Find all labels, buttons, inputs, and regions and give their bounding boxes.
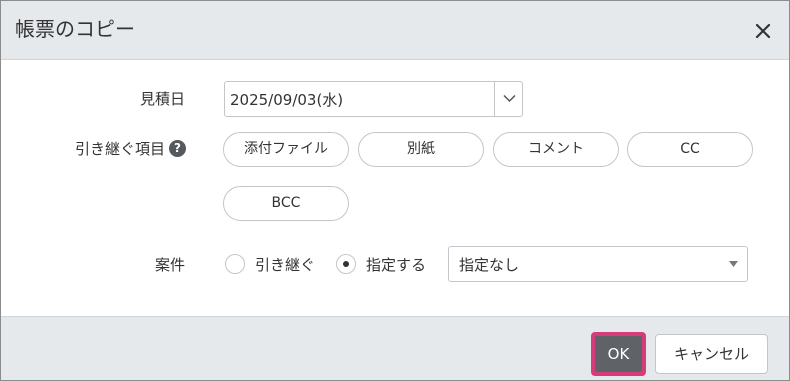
close-button[interactable] [749,17,777,45]
project-select-value: 指定なし [459,256,520,274]
carry-over-item-comment[interactable]: コメント [493,132,619,167]
close-icon [755,23,771,39]
dialog-footer: OK キャンセル [1,316,789,380]
question-circle-icon[interactable]: ? [169,140,186,157]
project-label: 案件 [154,256,185,274]
date-label: 見積日 [139,90,185,108]
date-value[interactable]: 2025/09/03(水) [230,90,343,110]
radio-selected-dot [343,261,349,267]
dialog-title: 帳票のコピー [15,17,135,41]
project-specify-radio[interactable] [336,254,356,274]
carry-over-item-appendix[interactable]: 別紙 [358,132,484,167]
carry-over-item-cc[interactable]: CC [627,132,753,167]
ok-button[interactable]: OK [591,332,646,376]
ok-button-label: OK [595,336,642,372]
carry-over-label: 引き継ぐ項目 [74,140,165,158]
caret-down-icon [729,261,738,267]
carry-over-item-attachments[interactable]: 添付ファイル [223,132,349,167]
chevron-down-icon [503,94,516,103]
copy-report-dialog: 帳票のコピー 見積日 2025/09/03(水) 引き継ぐ項目 ? 添付ファイル… [0,0,790,381]
dialog-header: 帳票のコピー [1,1,789,60]
date-field[interactable]: 2025/09/03(水) [224,81,523,117]
date-dropdown-button[interactable] [494,82,523,116]
cancel-button[interactable]: キャンセル [655,334,768,374]
project-specify-label[interactable]: 指定する [366,255,426,275]
project-select[interactable]: 指定なし [448,246,748,282]
project-inherit-radio[interactable] [225,254,245,274]
project-inherit-label[interactable]: 引き継ぐ [255,255,315,275]
carry-over-item-bcc[interactable]: BCC [223,186,349,221]
